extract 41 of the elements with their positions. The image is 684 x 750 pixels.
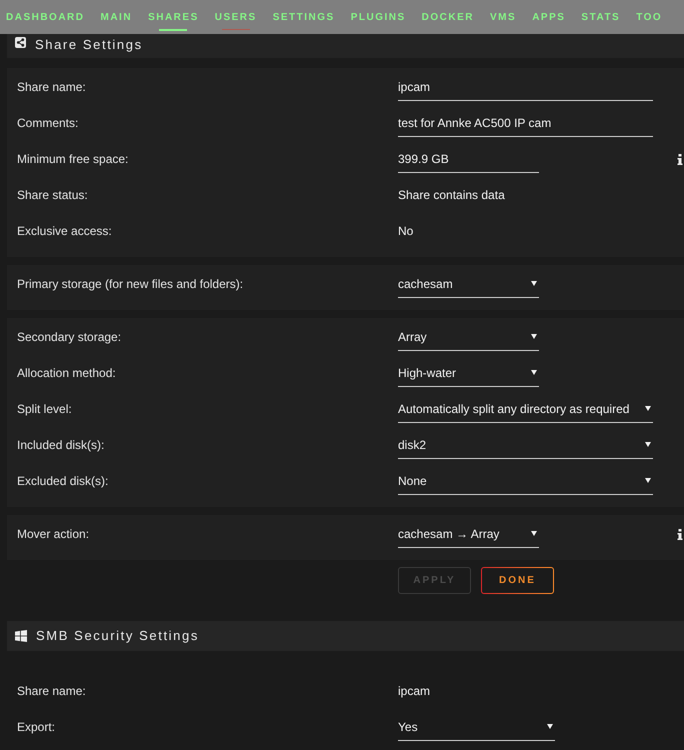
- field-label: Share name:: [17, 683, 87, 700]
- dropdown[interactable]: Automatically split any directory as required: [398, 395, 653, 423]
- done-button[interactable]: DONE: [481, 567, 554, 594]
- field-value: ipcam: [398, 683, 430, 700]
- caret-icon: [645, 478, 651, 483]
- caret-icon: [645, 406, 651, 411]
- field-label: Share name:: [17, 79, 87, 96]
- field-label: Export:: [17, 719, 56, 736]
- dropdown[interactable]: Yes: [398, 713, 555, 741]
- field-value: No: [398, 223, 414, 240]
- caret-icon: [531, 281, 537, 286]
- caret-icon: [531, 531, 537, 536]
- dropdown[interactable]: Array: [398, 323, 539, 351]
- dropdown[interactable]: disk2: [398, 431, 653, 459]
- field-label: Included disk(s):: [17, 437, 106, 454]
- text-input[interactable]: test for Annke AC500 IP cam: [398, 109, 653, 137]
- caret-icon: [645, 442, 651, 447]
- windows-icon: [15, 630, 27, 642]
- field-label: Minimum free space:: [17, 151, 130, 168]
- field-label: Split level:: [17, 401, 73, 418]
- text-input[interactable]: 399.9 GB: [398, 145, 539, 173]
- caret-icon: [547, 724, 553, 729]
- section-title: SMB Security Settings: [36, 628, 199, 644]
- caret-icon: [531, 370, 537, 375]
- dropdown[interactable]: High-water: [398, 359, 539, 387]
- field-label: Share status:: [17, 187, 89, 204]
- section-title: Share Settings: [35, 37, 143, 53]
- field-label: Comments:: [17, 115, 80, 132]
- caret-icon: [531, 334, 537, 339]
- field-label: Allocation method:: [17, 365, 117, 382]
- text-input[interactable]: ipcam: [398, 73, 653, 101]
- field-label: Exclusive access:: [17, 223, 113, 240]
- dropdown[interactable]: cachesam: [398, 270, 539, 298]
- share-icon: [15, 37, 26, 48]
- dropdown[interactable]: None: [398, 467, 653, 495]
- field-label: Mover action:: [17, 526, 90, 543]
- field-label: Excluded disk(s):: [17, 473, 110, 490]
- field-label: Secondary storage:: [17, 329, 122, 346]
- field-label: Primary storage (for new files and folders):: [17, 276, 244, 293]
- dropdown[interactable]: cachesam → Array: [398, 520, 539, 548]
- field-value: Share contains data: [398, 187, 505, 204]
